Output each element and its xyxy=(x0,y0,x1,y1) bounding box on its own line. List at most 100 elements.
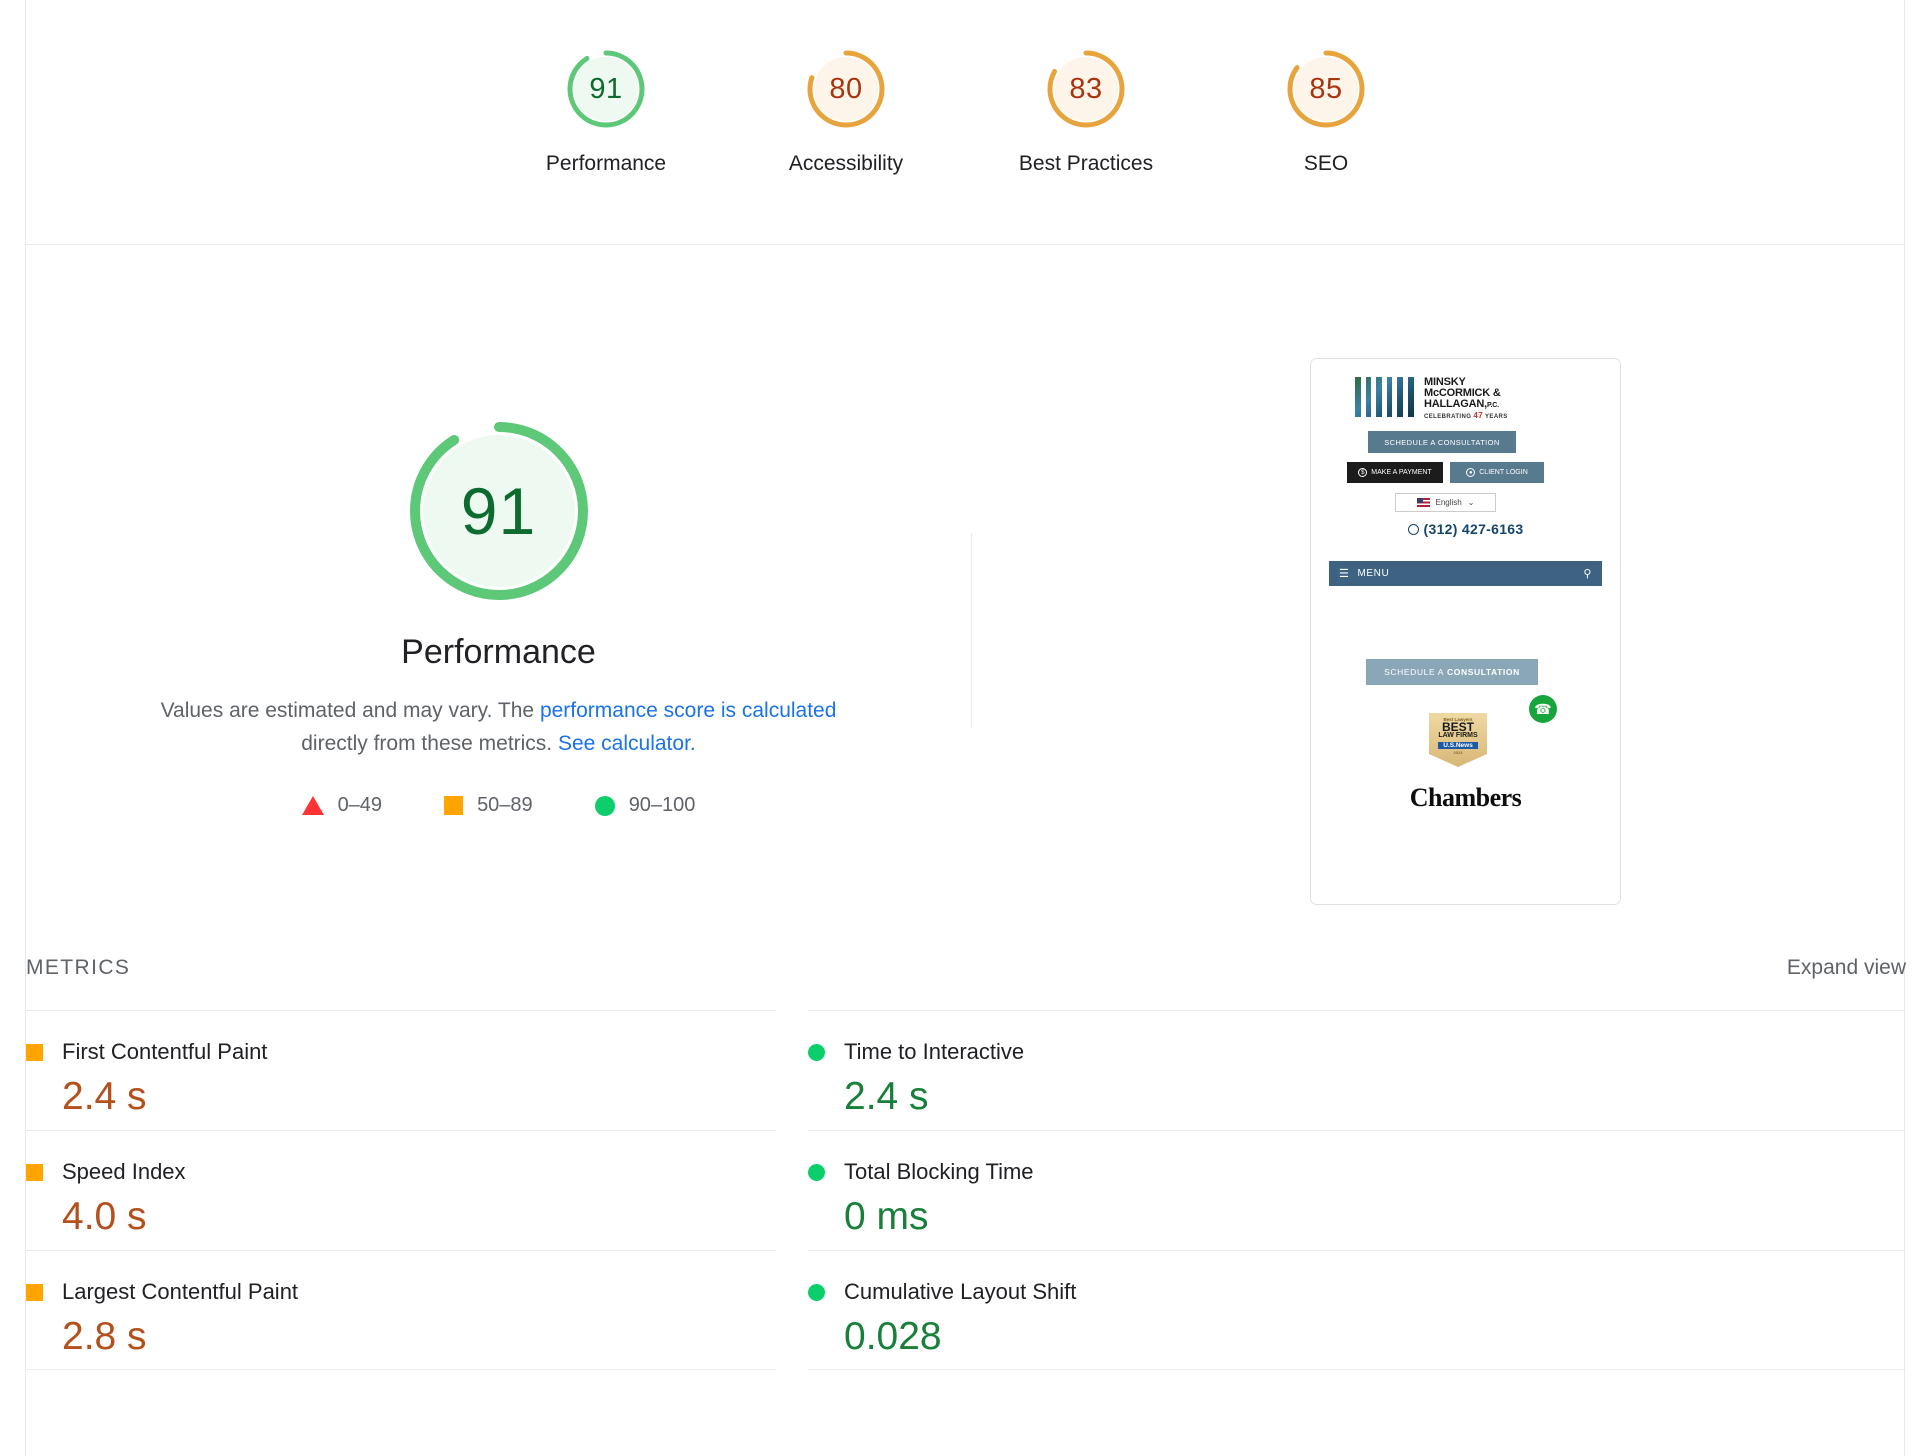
logo-firm-name: HALLAGAN, xyxy=(1424,398,1487,411)
circle-icon xyxy=(594,795,615,816)
status-circle-icon xyxy=(808,1283,825,1301)
performance-score-link[interactable]: performance score is calculated xyxy=(540,699,836,722)
performance-section: 91 Performance Values are estimated and … xyxy=(26,245,1906,940)
site-logo: MINSKY McCORMICK & HALLAGAN,P.C. CELEBRA… xyxy=(1355,376,1508,420)
gauge-score-0: 91 xyxy=(589,72,623,105)
metric-row[interactable]: Cumulative Layout Shift 0.028 xyxy=(808,1250,1906,1370)
gauge-label-2: Best Practices xyxy=(1018,152,1154,175)
gauge-accessibility[interactable]: 80 Accessibility xyxy=(778,48,914,176)
metric-header: Cumulative Layout Shift xyxy=(808,1279,1906,1305)
make-payment-label: MAKE A PAYMENT xyxy=(1371,469,1432,476)
phone-label: (312) 427-6163 xyxy=(1423,521,1524,537)
metrics-section-title: METRICS xyxy=(26,956,131,979)
metric-row[interactable]: Time to Interactive 2.4 s xyxy=(808,1010,1906,1130)
metric-value: 0 ms xyxy=(844,1195,929,1238)
see-calculator-link[interactable]: See calculator. xyxy=(558,732,696,755)
user-icon: ● xyxy=(1466,468,1476,477)
metric-name: Speed Index xyxy=(62,1159,186,1184)
gauge-label-0: Performance xyxy=(545,152,667,175)
search-icon: ⚲ xyxy=(1583,568,1592,580)
metric-row[interactable]: Largest Contentful Paint 2.8 s xyxy=(26,1250,776,1370)
best-law-firms-badge: Best Lawyers BEST LAW FIRMS U.S.News 202… xyxy=(1429,713,1487,767)
gauge-score-2: 83 xyxy=(1069,72,1103,105)
status-square-icon xyxy=(26,1163,43,1181)
tagline-pre: CELEBRATING xyxy=(1424,413,1474,420)
legend-item-2: 90–100 xyxy=(594,794,696,817)
report-card: 91 Performance 80 Accessibility 83 Best Pract… xyxy=(25,0,1906,1456)
metrics-grid: First Contentful Paint 2.4 s Speed Index 4.… xyxy=(26,1010,1906,1370)
metric-name: First Contentful Paint xyxy=(62,1039,268,1064)
chevron-down-icon: ⌄ xyxy=(1467,498,1475,507)
thumb-phone-number: (312) 427-6163 xyxy=(1311,521,1620,537)
gauge-ring: 85 xyxy=(1285,48,1367,130)
metric-name: Total Blocking Time xyxy=(844,1159,1034,1184)
metric-value: 2.8 s xyxy=(62,1315,147,1358)
thumb-make-payment-button: $ MAKE A PAYMENT xyxy=(1347,462,1443,483)
performance-title: Performance xyxy=(401,633,596,671)
badge-line-3: LAW FIRMS xyxy=(1438,732,1478,740)
gauge-best-practices[interactable]: 83 Best Practices xyxy=(1018,48,1154,176)
legend-range-2: 90–100 xyxy=(628,794,696,817)
metric-name: Largest Contentful Paint xyxy=(62,1279,299,1304)
metric-header: Largest Contentful Paint xyxy=(26,1279,776,1305)
metric-value: 2.4 s xyxy=(62,1075,147,1118)
status-square-icon xyxy=(26,1283,43,1301)
gauge-ring: 91 xyxy=(565,48,647,130)
score-gauges-row: 91 Performance 80 Accessibility 83 Best Pract… xyxy=(26,0,1906,244)
metric-name: Time to Interactive xyxy=(844,1039,1025,1064)
status-circle-icon xyxy=(808,1043,825,1061)
client-login-label: CLIENT LOGIN xyxy=(1479,469,1528,476)
metric-header: Time to Interactive xyxy=(808,1039,1906,1065)
logo-tagline: CELEBRATING 47 YEARS xyxy=(1424,410,1508,420)
metric-header: Speed Index xyxy=(26,1159,776,1185)
gauge-score-3: 85 xyxy=(1309,72,1343,105)
cta-pre-label: SCHEDULE A xyxy=(1384,667,1444,677)
thumbnail-content: MINSKY McCORMICK & HALLAGAN,P.C. CELEBRA… xyxy=(1311,359,1620,904)
gauge-label-3: SEO xyxy=(1303,152,1349,175)
legend-range-0: 0–49 xyxy=(337,794,383,817)
triangle-icon xyxy=(301,796,324,816)
status-circle-icon xyxy=(808,1163,825,1181)
performance-score-value: 91 xyxy=(460,474,537,548)
description-middle: directly from these metrics. xyxy=(301,732,558,756)
performance-gauge: 91 xyxy=(405,417,593,605)
floating-call-button-icon: ☎ xyxy=(1529,695,1557,723)
legend-item-1: 50–89 xyxy=(444,794,533,817)
thumb-language-selector: English ⌄ xyxy=(1395,493,1496,512)
lighthouse-report-page: 91 Performance 80 Accessibility 83 Best Pract… xyxy=(0,0,1930,1456)
logo-pc-suffix: P.C. xyxy=(1486,402,1499,410)
metrics-column-right: Time to Interactive 2.4 s Total Blocking T… xyxy=(808,1010,1906,1370)
metric-value: 4.0 s xyxy=(62,1195,147,1238)
us-flag-icon xyxy=(1416,498,1430,507)
description-lead: Values are estimated and may vary. The xyxy=(160,699,540,722)
performance-summary: 91 Performance Values are estimated and … xyxy=(26,245,971,940)
thumb-nav-bar: ☰ MENU ⚲ xyxy=(1329,561,1602,586)
metric-header: First Contentful Paint xyxy=(26,1039,776,1065)
metric-row[interactable]: Speed Index 4.0 s xyxy=(26,1130,776,1250)
thumb-client-login-button: ● CLIENT LOGIN xyxy=(1450,462,1544,483)
phone-icon xyxy=(1407,524,1419,535)
section-divider xyxy=(971,533,972,728)
language-label: English xyxy=(1435,498,1462,507)
metrics-column-left: First Contentful Paint 2.4 s Speed Index 4.… xyxy=(26,1010,776,1370)
logo-text: MINSKY McCORMICK & HALLAGAN,P.C. CELEBRA… xyxy=(1424,376,1508,420)
chambers-heading: Chambers xyxy=(1409,783,1522,812)
badge-line-5: 2023 xyxy=(1453,750,1463,756)
gauge-label-1: Accessibility xyxy=(788,152,904,175)
thumb-consultation-cta: SCHEDULE A CONSULTATION xyxy=(1366,659,1538,685)
expand-view-button[interactable]: Expand view xyxy=(1787,956,1906,980)
square-icon xyxy=(444,796,464,816)
logo-line-3: HALLAGAN,P.C. xyxy=(1424,399,1508,410)
gauge-score-1: 80 xyxy=(829,72,863,105)
status-square-icon xyxy=(26,1043,43,1061)
menu-label: MENU xyxy=(1357,568,1390,579)
gauge-ring: 80 xyxy=(805,48,887,130)
gauge-performance[interactable]: 91 Performance xyxy=(538,48,674,176)
metric-value: 0.028 xyxy=(844,1315,942,1358)
tagline-years: 47 xyxy=(1473,410,1484,420)
metric-row[interactable]: Total Blocking Time 0 ms xyxy=(808,1130,1906,1250)
gauge-seo[interactable]: 85 SEO xyxy=(1258,48,1394,176)
metric-value: 2.4 s xyxy=(844,1075,929,1118)
metric-row[interactable]: First Contentful Paint 2.4 s xyxy=(26,1010,776,1130)
gauge-ring: 83 xyxy=(1045,48,1127,130)
